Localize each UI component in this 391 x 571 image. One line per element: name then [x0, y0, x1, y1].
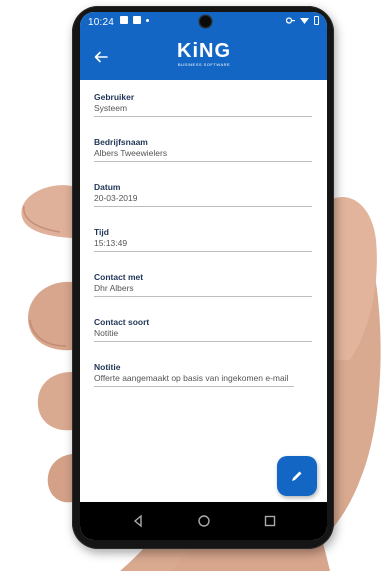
status-time: 10:24	[88, 17, 115, 28]
square-recents-icon	[264, 515, 276, 527]
field-gebruiker: Gebruiker Systeem	[94, 92, 312, 137]
logo-text: KiNG	[177, 40, 231, 62]
back-button[interactable]	[90, 46, 112, 68]
nav-home-button[interactable]	[196, 513, 212, 529]
field-tijd: Tijd 15:13:49	[94, 227, 312, 272]
circle-home-icon	[198, 515, 210, 527]
pencil-icon	[292, 471, 302, 481]
field-value[interactable]: 15:13:49	[94, 238, 312, 252]
field-label: Bedrijfsnaam	[94, 137, 148, 147]
system-status-icons	[286, 16, 319, 25]
field-label: Tijd	[94, 227, 109, 237]
field-notitie: Notitie Offerte aangemaakt op basis van …	[94, 362, 312, 407]
nav-back-button[interactable]	[130, 513, 146, 529]
teams-notification-icon	[133, 16, 141, 24]
battery-icon	[314, 16, 319, 25]
wifi-icon	[300, 18, 309, 24]
app-bar: KiNG BUSINESS SOFTWARE	[80, 34, 327, 80]
field-value[interactable]: Albers Tweewielers	[94, 148, 312, 162]
field-datum: Datum 20-03-2019	[94, 182, 312, 227]
nav-recents-button[interactable]	[262, 513, 278, 529]
field-label: Contact met	[94, 272, 144, 282]
phone-screen: 10:24 KiNG BUSINESS SOFTWARE Gebruiker S…	[80, 12, 327, 540]
detail-form: Gebruiker Systeem Bedrijfsnaam Albers Tw…	[94, 92, 312, 407]
logo-subtext: BUSINESS SOFTWARE	[177, 62, 231, 67]
more-notifications-dot-icon	[146, 18, 149, 22]
field-label: Contact soort	[94, 317, 150, 327]
front-camera-icon	[200, 16, 211, 27]
edit-button[interactable]	[277, 456, 317, 496]
king-logo: KiNG BUSINESS SOFTWARE	[174, 40, 234, 74]
field-value[interactable]: Offerte aangemaakt op basis van ingekome…	[94, 373, 294, 387]
field-value[interactable]: 20-03-2019	[94, 193, 312, 207]
field-value[interactable]: Notitie	[94, 328, 312, 342]
field-contact-soort: Contact soort Notitie	[94, 317, 312, 362]
android-nav-bar	[80, 502, 327, 540]
arrow-left-icon	[94, 51, 108, 63]
notification-icons	[120, 16, 149, 24]
key-icon	[286, 17, 295, 24]
field-value[interactable]: Systeem	[94, 103, 312, 117]
field-value[interactable]: Dhr Albers	[94, 283, 312, 297]
gallery-notification-icon	[120, 16, 128, 24]
status-bar: 10:24	[80, 12, 327, 34]
field-contact-met: Contact met Dhr Albers	[94, 272, 312, 317]
field-label: Gebruiker	[94, 92, 135, 102]
field-bedrijfsnaam: Bedrijfsnaam Albers Tweewielers	[94, 137, 312, 182]
triangle-back-icon	[133, 514, 142, 528]
field-label: Notitie	[94, 362, 121, 372]
field-label: Datum	[94, 182, 121, 192]
